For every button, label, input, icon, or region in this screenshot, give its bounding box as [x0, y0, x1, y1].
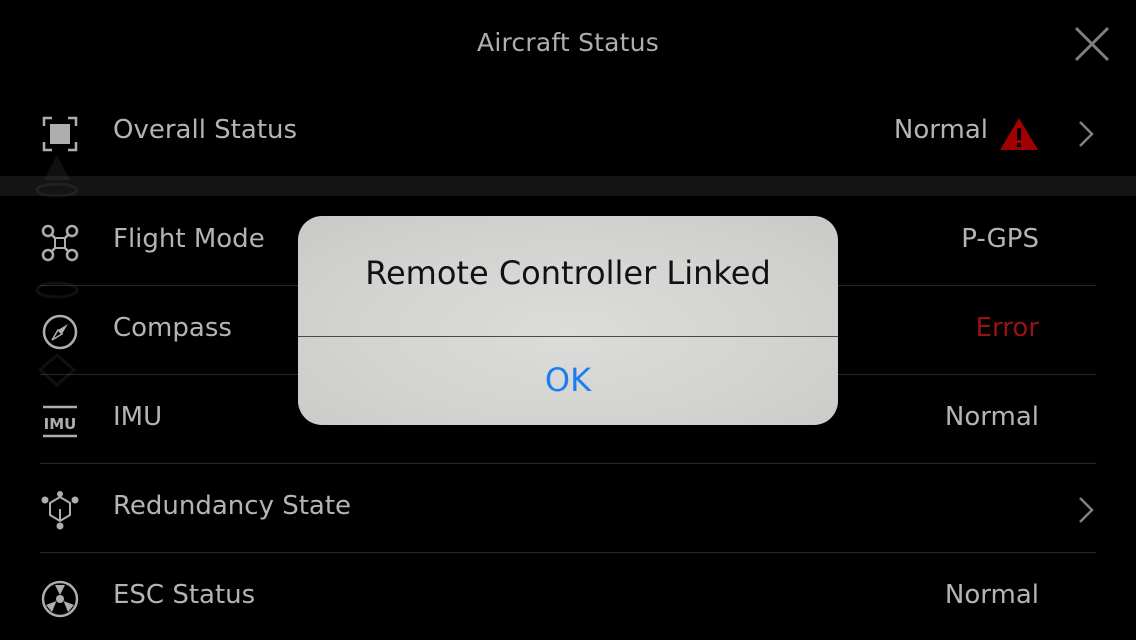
alert-dialog: Remote Controller Linked OK: [298, 216, 838, 425]
ok-button[interactable]: OK: [298, 337, 838, 425]
alert-title: Remote Controller Linked: [365, 254, 771, 292]
